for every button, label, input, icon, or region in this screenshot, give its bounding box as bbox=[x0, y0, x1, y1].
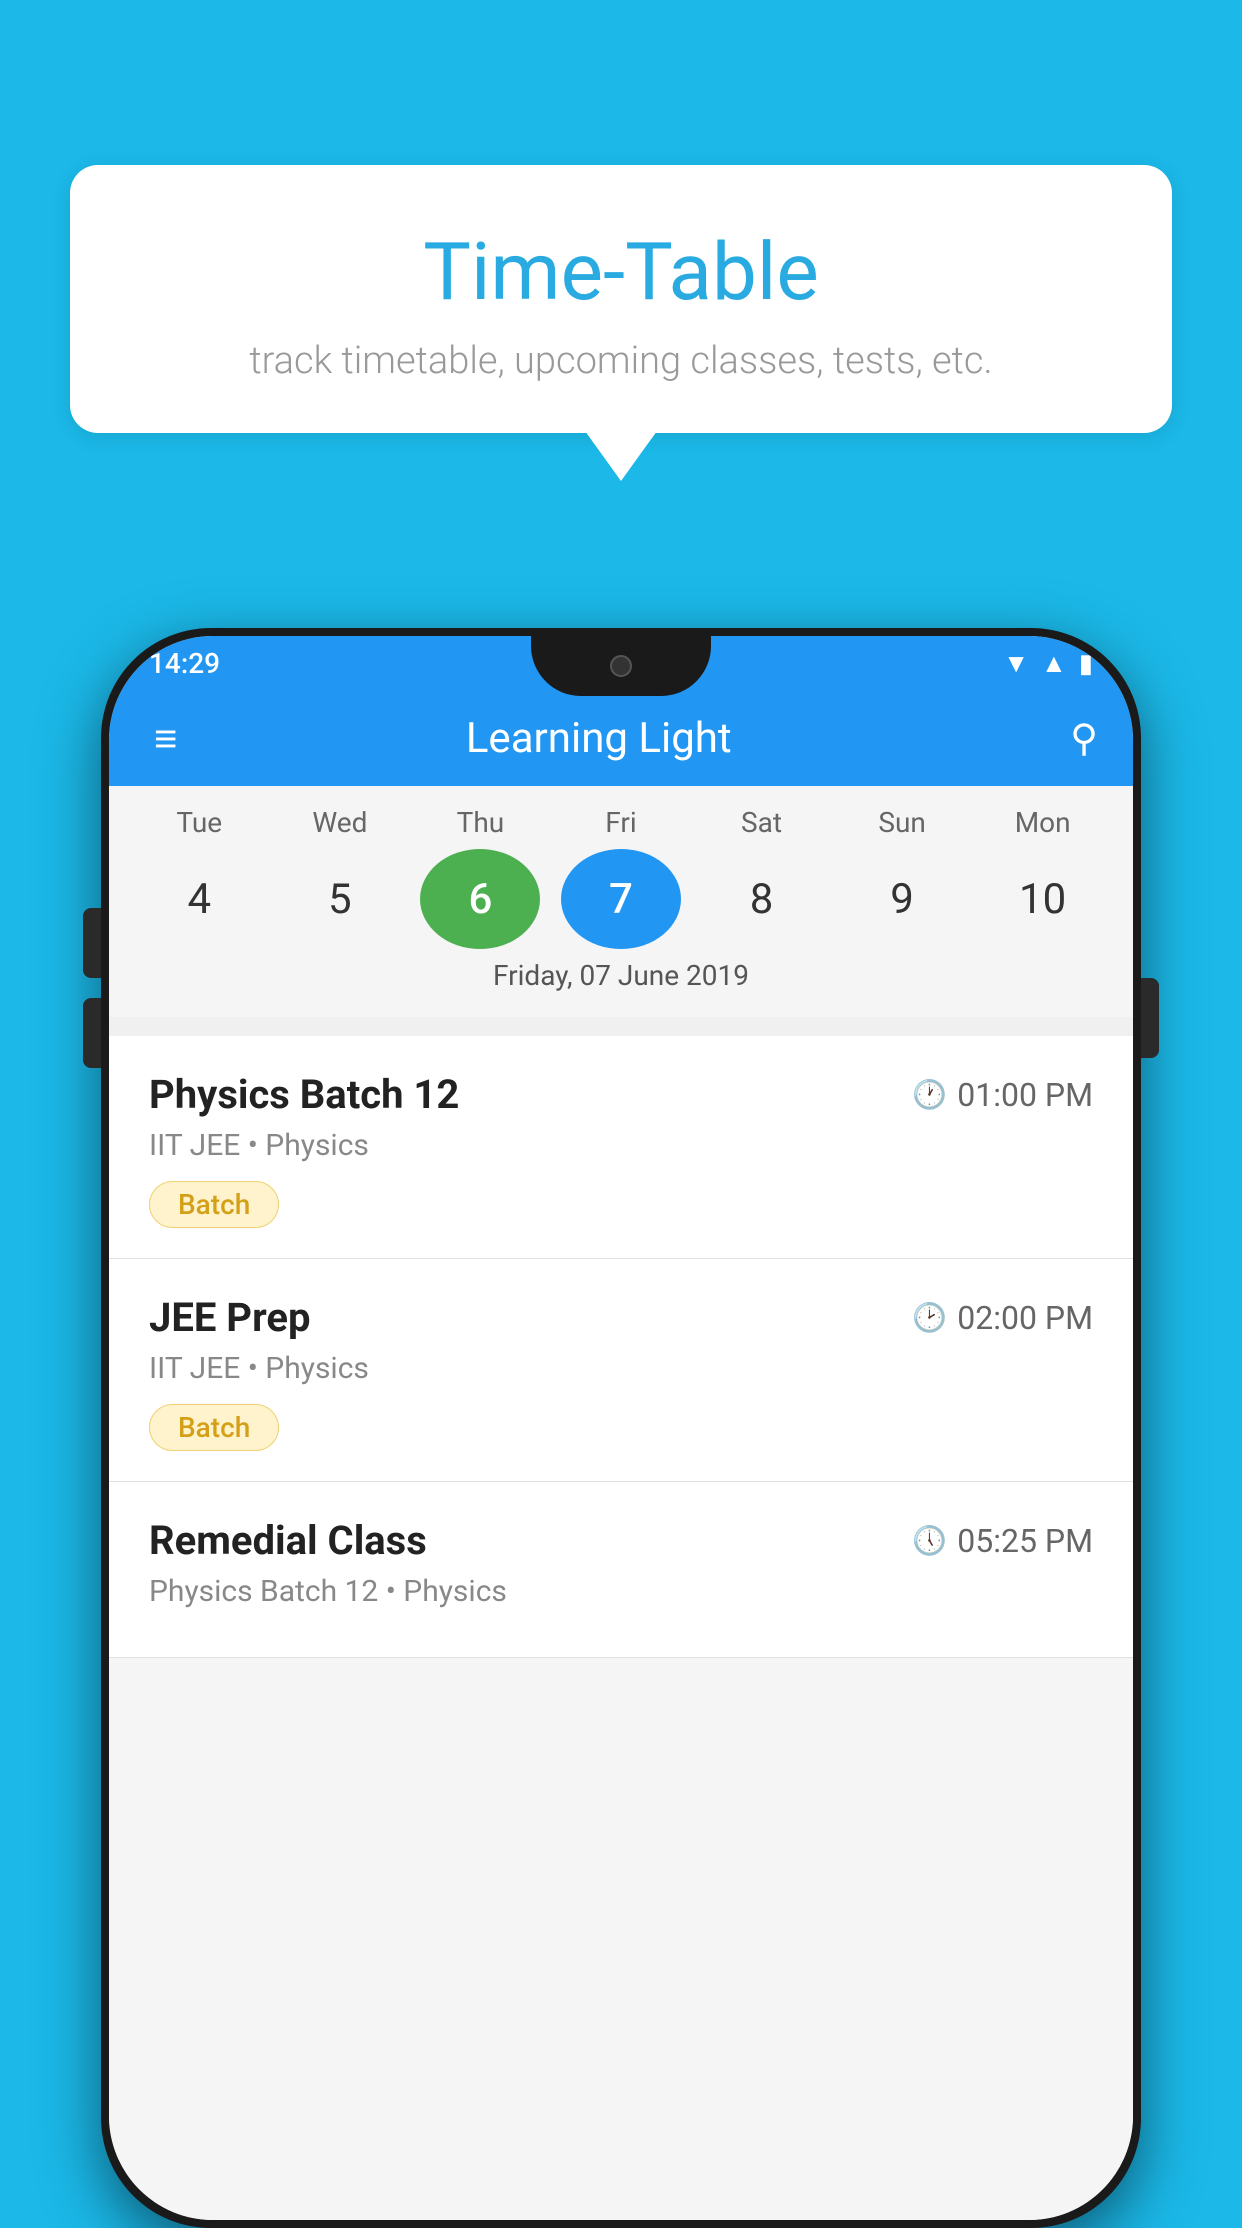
phone-screen: 14:29 ▼ ▲ ▮ ≡ Learning Light ⚲ Tue Wed T… bbox=[109, 636, 1133, 2220]
wifi-icon: ▼ bbox=[1003, 648, 1029, 679]
clock-icon-3: 🕔 bbox=[912, 1524, 947, 1557]
item-2-header: JEE Prep 🕑 02:00 PM bbox=[149, 1294, 1093, 1341]
item-2-batch-badge: Batch bbox=[149, 1404, 279, 1451]
status-icons: ▼ ▲ ▮ bbox=[1003, 648, 1093, 679]
item-1-title: Physics Batch 12 bbox=[149, 1071, 459, 1118]
schedule-item-3[interactable]: Remedial Class 🕔 05:25 PM Physics Batch … bbox=[109, 1482, 1133, 1658]
item-2-title: JEE Prep bbox=[149, 1294, 310, 1341]
item-3-subtitle: Physics Batch 12 • Physics bbox=[149, 1574, 1093, 1609]
day-header-fri: Fri bbox=[561, 806, 681, 839]
calendar-strip: Tue Wed Thu Fri Sat Sun Mon 4 5 6 7 8 9 … bbox=[109, 786, 1133, 1017]
volume-down-button bbox=[83, 998, 101, 1068]
day-5[interactable]: 5 bbox=[280, 849, 400, 949]
app-bar-title: Learning Light bbox=[187, 714, 1010, 763]
selected-date-label: Friday, 07 June 2019 bbox=[109, 949, 1133, 1007]
day-headers: Tue Wed Thu Fri Sat Sun Mon bbox=[109, 806, 1133, 839]
day-6-today[interactable]: 6 bbox=[420, 849, 540, 949]
item-3-header: Remedial Class 🕔 05:25 PM bbox=[149, 1517, 1093, 1564]
item-1-batch-badge: Batch bbox=[149, 1181, 279, 1228]
tooltip-card: Time-Table track timetable, upcoming cla… bbox=[70, 165, 1172, 433]
day-7-selected[interactable]: 7 bbox=[561, 849, 681, 949]
battery-icon: ▮ bbox=[1079, 649, 1093, 679]
item-1-time: 🕐 01:00 PM bbox=[912, 1076, 1093, 1114]
volume-up-button bbox=[83, 908, 101, 978]
clock-icon-2: 🕑 bbox=[912, 1301, 947, 1334]
item-1-header: Physics Batch 12 🕐 01:00 PM bbox=[149, 1071, 1093, 1118]
power-button bbox=[1141, 978, 1159, 1058]
tooltip-subtitle: track timetable, upcoming classes, tests… bbox=[120, 339, 1122, 383]
volume-buttons bbox=[83, 908, 101, 1068]
day-header-thu: Thu bbox=[420, 806, 540, 839]
day-header-tue: Tue bbox=[139, 806, 259, 839]
item-2-subtitle: IIT JEE • Physics bbox=[149, 1351, 1093, 1386]
day-numbers: 4 5 6 7 8 9 10 bbox=[109, 849, 1133, 949]
menu-icon[interactable]: ≡ bbox=[144, 709, 187, 769]
notch bbox=[531, 636, 711, 696]
day-9[interactable]: 9 bbox=[842, 849, 962, 949]
phone-frame: 14:29 ▼ ▲ ▮ ≡ Learning Light ⚲ Tue Wed T… bbox=[101, 628, 1141, 2228]
schedule-item-1[interactable]: Physics Batch 12 🕐 01:00 PM IIT JEE • Ph… bbox=[109, 1036, 1133, 1259]
day-8[interactable]: 8 bbox=[702, 849, 822, 949]
front-camera bbox=[610, 655, 632, 677]
day-10[interactable]: 10 bbox=[983, 849, 1103, 949]
day-header-sun: Sun bbox=[842, 806, 962, 839]
item-3-time: 🕔 05:25 PM bbox=[912, 1522, 1093, 1560]
day-header-wed: Wed bbox=[280, 806, 400, 839]
signal-icon: ▲ bbox=[1041, 648, 1067, 679]
day-header-sat: Sat bbox=[702, 806, 822, 839]
item-2-time: 🕑 02:00 PM bbox=[912, 1299, 1093, 1337]
day-4[interactable]: 4 bbox=[139, 849, 259, 949]
day-header-mon: Mon bbox=[983, 806, 1103, 839]
schedule-list: Physics Batch 12 🕐 01:00 PM IIT JEE • Ph… bbox=[109, 1036, 1133, 2220]
schedule-item-2[interactable]: JEE Prep 🕑 02:00 PM IIT JEE • Physics Ba… bbox=[109, 1259, 1133, 1482]
app-bar: ≡ Learning Light ⚲ bbox=[109, 691, 1133, 786]
search-icon[interactable]: ⚲ bbox=[1070, 716, 1098, 761]
item-1-subtitle: IIT JEE • Physics bbox=[149, 1128, 1093, 1163]
item-3-title: Remedial Class bbox=[149, 1517, 427, 1564]
tooltip-title: Time-Table bbox=[120, 225, 1122, 319]
clock-icon-1: 🕐 bbox=[912, 1078, 947, 1111]
